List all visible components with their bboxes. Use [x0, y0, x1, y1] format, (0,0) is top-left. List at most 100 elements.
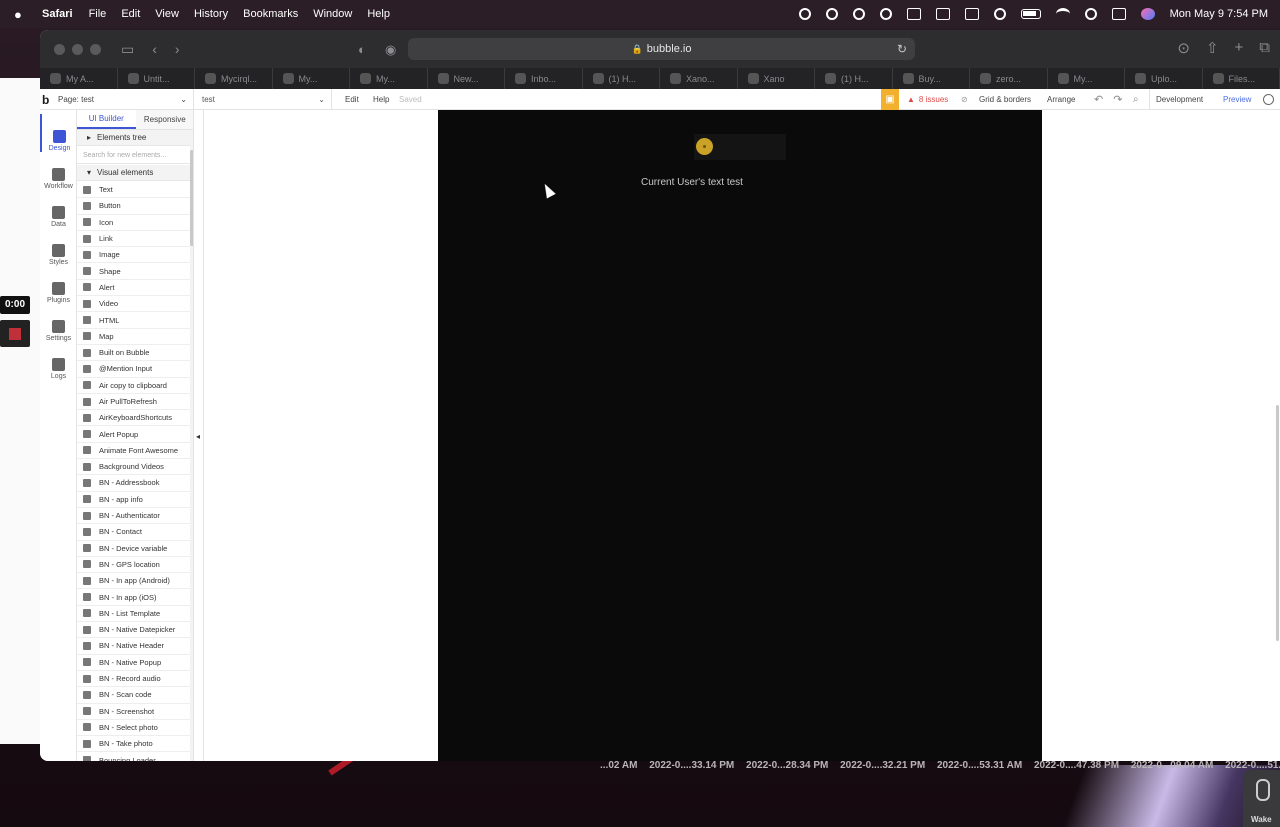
palette-item[interactable]: Built on Bubble: [77, 345, 190, 362]
issues-button[interactable]: ▲ 8 issues: [907, 89, 948, 110]
palette-item[interactable]: BN - Take photo: [77, 736, 190, 753]
palette-item[interactable]: BN - In app (iOS): [77, 589, 190, 606]
wifi-icon[interactable]: [1055, 8, 1070, 20]
grid-borders-menu[interactable]: Grid & borders: [979, 89, 1031, 110]
palette-item[interactable]: BN - Native Header: [77, 638, 190, 655]
menu-history[interactable]: History: [194, 8, 228, 20]
reload-icon[interactable]: ↻: [897, 42, 907, 56]
browser-tab[interactable]: Files...: [1203, 68, 1280, 89]
browser-tab[interactable]: My...: [350, 68, 428, 89]
palette-item[interactable]: BN - List Template: [77, 606, 190, 623]
close-window-icon[interactable]: [54, 43, 65, 55]
menu-window[interactable]: Window: [313, 8, 352, 20]
browser-tab[interactable]: My...: [273, 68, 350, 89]
palette-item[interactable]: Text: [77, 182, 190, 199]
palette-item[interactable]: Animate Font Awesome: [77, 443, 190, 460]
undo-icon[interactable]: ↶: [1094, 93, 1103, 106]
search-icon[interactable]: ⌕: [1133, 89, 1139, 110]
desktop-file[interactable]: 2022-0....47.38 PM: [1034, 760, 1119, 771]
element-search-input[interactable]: Search for new elements...: [77, 147, 190, 164]
downloads-icon[interactable]: ⊙: [1177, 39, 1190, 57]
palette-item[interactable]: Shape: [77, 263, 190, 280]
desktop-file[interactable]: ...02 AM: [600, 760, 637, 771]
browser-tab[interactable]: Mycirql...: [195, 68, 273, 89]
user-avatar-icon[interactable]: [1263, 94, 1274, 105]
tab-settings[interactable]: Settings: [40, 304, 77, 342]
browser-tab[interactable]: Uplo...: [1125, 68, 1203, 89]
brightness-icon[interactable]: [852, 8, 865, 20]
palette-item[interactable]: Map: [77, 329, 190, 345]
minimize-window-icon[interactable]: [72, 43, 83, 55]
tab-styles[interactable]: Styles: [40, 228, 77, 266]
tab-design[interactable]: Design: [40, 114, 77, 152]
collapse-panel-icon[interactable]: ◂: [196, 432, 200, 441]
apple-icon[interactable]: ●: [14, 7, 28, 22]
search-icon[interactable]: [1084, 8, 1097, 20]
zoom-window-icon[interactable]: [90, 43, 101, 55]
page-selector[interactable]: Page: test ⌄: [58, 89, 194, 110]
browser-tab[interactable]: zero...: [970, 68, 1048, 89]
browser-tab[interactable]: Xano...: [660, 68, 738, 89]
browser-tab[interactable]: (1) H...: [815, 68, 893, 89]
desktop-file[interactable]: 2022-0...28.34 PM: [746, 760, 828, 771]
elements-tree-toggle[interactable]: ▸ Elements tree: [77, 130, 190, 146]
edit-menu[interactable]: Edit: [345, 89, 359, 110]
stop-recording-button[interactable]: [0, 320, 30, 347]
palette-item[interactable]: Bouncing Loader: [77, 752, 190, 761]
palette-item[interactable]: Video: [77, 296, 190, 313]
gift-icon[interactable]: ▣: [881, 89, 899, 110]
palette-item[interactable]: Air PullToRefresh: [77, 394, 190, 411]
window-icon[interactable]: [935, 8, 950, 20]
browser-tab[interactable]: New...: [428, 68, 505, 89]
moon-icon[interactable]: [879, 8, 892, 20]
siri-icon[interactable]: [1140, 8, 1155, 20]
address-bar[interactable]: 🔒 bubble.io ↻: [408, 38, 915, 60]
palette-item[interactable]: Link: [77, 231, 190, 248]
palette-item[interactable]: BN - GPS location: [77, 557, 190, 574]
tab-responsive[interactable]: Responsive: [135, 110, 193, 129]
palette-item[interactable]: AirKeyboardShortcuts: [77, 410, 190, 427]
help-menu[interactable]: Help: [373, 89, 389, 110]
tab-workflow[interactable]: Workflow: [40, 152, 77, 190]
palette-item[interactable]: Air copy to clipboard: [77, 378, 190, 394]
menu-app-name[interactable]: Safari: [42, 8, 73, 20]
menu-edit[interactable]: Edit: [121, 8, 140, 20]
palette-item[interactable]: Icon: [77, 215, 190, 231]
browser-tab[interactable]: My A...: [40, 68, 118, 89]
browser-tab[interactable]: Buy...: [893, 68, 970, 89]
browser-tab[interactable]: (1) H...: [583, 68, 660, 89]
display-icon[interactable]: [964, 8, 979, 20]
menu-bookmarks[interactable]: Bookmarks: [243, 8, 298, 20]
hide-icon[interactable]: ⊘: [961, 89, 968, 110]
desktop-file[interactable]: 2022-0...09.04 AM: [1131, 760, 1213, 771]
forward-icon[interactable]: ›: [175, 41, 180, 57]
back-icon[interactable]: ‹: [152, 41, 157, 57]
redo-icon[interactable]: ↷: [1113, 93, 1122, 106]
palette-item[interactable]: BN - Device variable: [77, 541, 190, 557]
palette-item[interactable]: BN - In app (Android): [77, 573, 190, 590]
palette-item[interactable]: Alert: [77, 280, 190, 297]
menu-file[interactable]: File: [89, 8, 107, 20]
tab-ui-builder[interactable]: UI Builder: [77, 110, 136, 129]
palette-item[interactable]: BN - Contact: [77, 524, 190, 541]
palette-item[interactable]: Alert Popup: [77, 426, 190, 443]
screen-record-icon[interactable]: [798, 8, 811, 20]
environment-selector[interactable]: Development: [1149, 89, 1215, 110]
share-icon[interactable]: ⇧: [1206, 39, 1219, 57]
menubar-clock[interactable]: Mon May 9 7:54 PM: [1170, 8, 1268, 20]
palette-item[interactable]: Background Videos: [77, 459, 190, 476]
palette-item[interactable]: BN - Screenshot: [77, 704, 190, 720]
privacy-shield-icon[interactable]: ◐: [358, 42, 366, 57]
palette-item[interactable]: @Mention Input: [77, 361, 190, 378]
palette-item[interactable]: BN - Select photo: [77, 720, 190, 737]
grammarly-icon[interactable]: [825, 8, 838, 20]
desktop-file[interactable]: 2022-0....53.31 AM: [937, 760, 1022, 771]
bubble-logo[interactable]: b: [42, 89, 49, 110]
palette-item[interactable]: BN - Native Popup: [77, 655, 190, 671]
current-user-text[interactable]: Current User's text test: [438, 177, 946, 188]
element-selector[interactable]: test ⌄: [202, 89, 332, 110]
desktop-file[interactable]: 2022-0....33.14 PM: [649, 760, 734, 771]
preview-button[interactable]: Preview: [1223, 89, 1251, 110]
dropbox-icon[interactable]: [906, 8, 921, 20]
palette-item[interactable]: BN - Addressbook: [77, 475, 190, 492]
